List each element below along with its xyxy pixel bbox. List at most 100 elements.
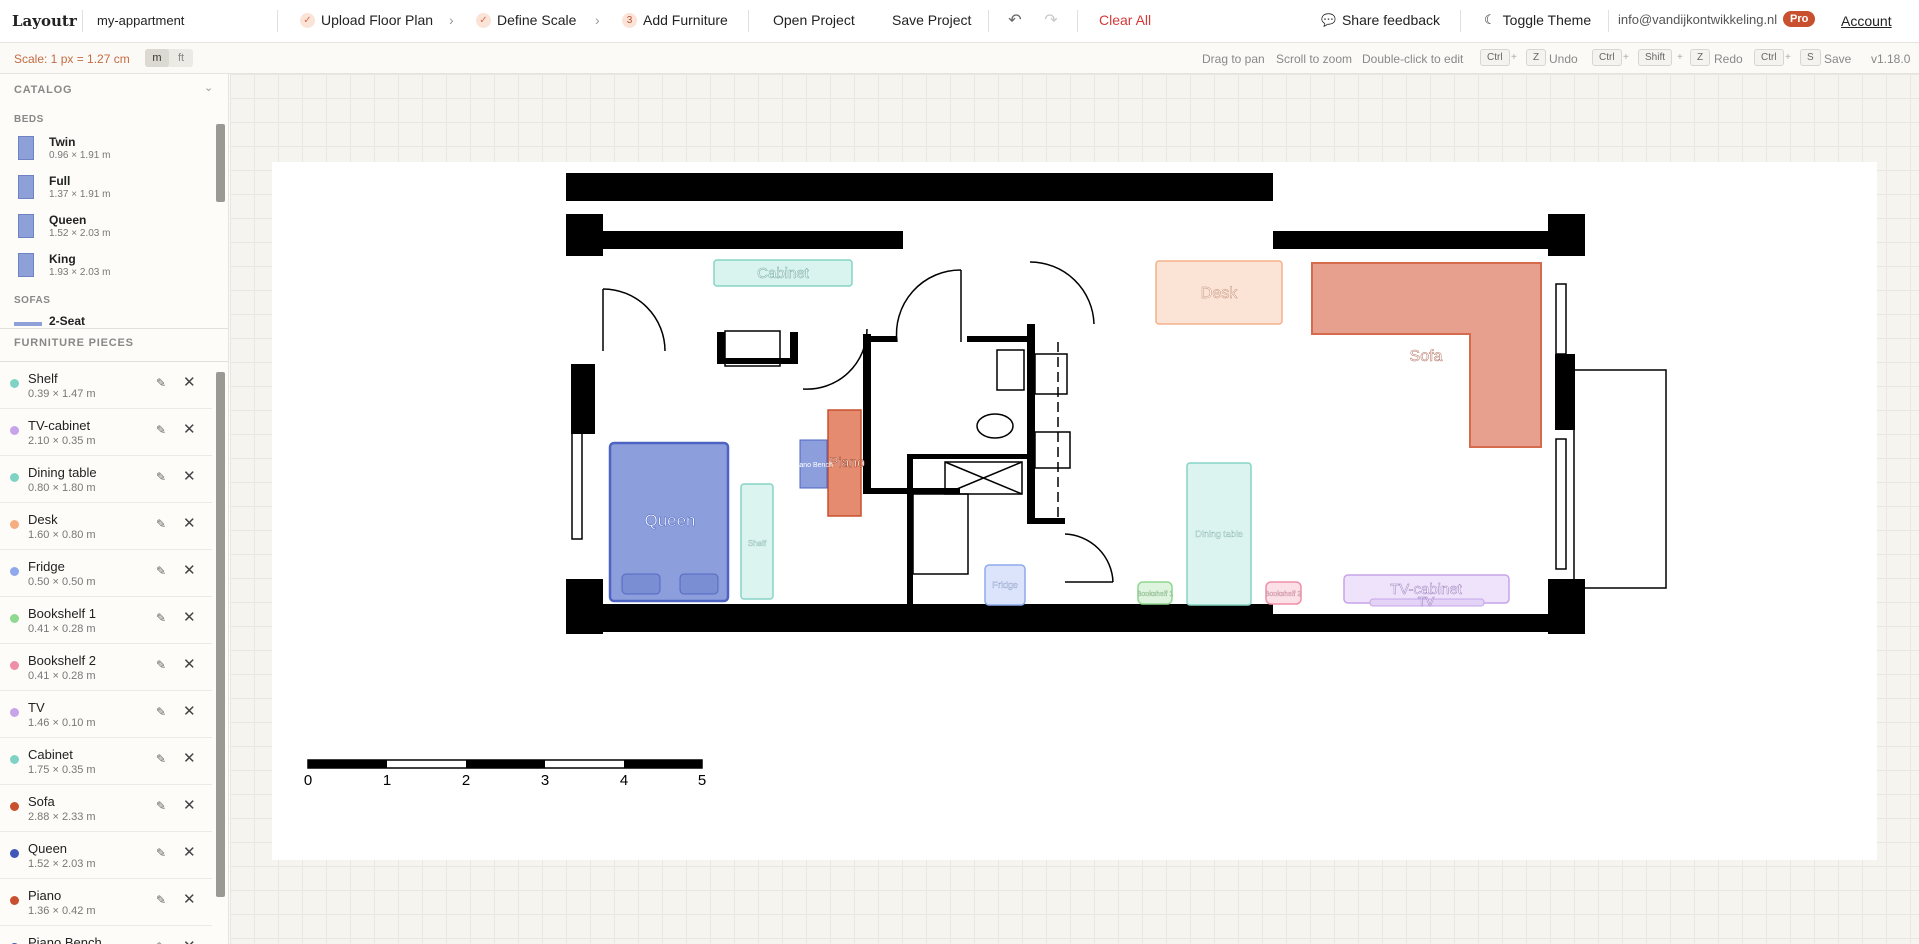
- pencil-icon[interactable]: ✎: [156, 705, 166, 719]
- furniture-piece-row[interactable]: Piano Bench ✎ ✕: [0, 926, 212, 944]
- hint-zoom: Scroll to zoom: [1276, 52, 1353, 66]
- scale-tick-label: 4: [620, 772, 628, 789]
- piece-dims: 1.75 × 0.35 m: [28, 764, 96, 776]
- account-link[interactable]: Account: [1841, 13, 1892, 29]
- pencil-icon[interactable]: ✎: [156, 658, 166, 672]
- color-dot: [10, 661, 19, 670]
- close-icon[interactable]: ✕: [183, 514, 196, 532]
- partition: [907, 454, 913, 494]
- close-icon[interactable]: ✕: [183, 467, 196, 485]
- catalog-scrollbar[interactable]: [216, 124, 225, 202]
- unit-m-option[interactable]: m: [145, 49, 169, 67]
- furniture-piece-row[interactable]: Sofa 2.88 × 2.33 m ✎ ✕: [0, 785, 212, 832]
- furniture-piece-row[interactable]: Shelf 0.39 × 1.47 m ✎ ✕: [0, 362, 212, 409]
- close-icon[interactable]: ✕: [183, 749, 196, 767]
- pencil-icon[interactable]: ✎: [156, 846, 166, 860]
- close-icon[interactable]: ✕: [183, 937, 196, 944]
- piece-name: Bookshelf 1: [28, 606, 96, 621]
- close-icon[interactable]: ✕: [183, 702, 196, 720]
- furniture-piece-row[interactable]: Cabinet 1.75 × 0.35 m ✎ ✕: [0, 738, 212, 785]
- catalog-item-dims: 1.52 × 2.03 m: [49, 228, 111, 239]
- close-icon[interactable]: ✕: [183, 561, 196, 579]
- furniture-label-cabinet: Cabinet: [757, 265, 810, 282]
- catalog-item-2-seat[interactable]: 2-Seat: [14, 314, 214, 326]
- project-name-input[interactable]: my-appartment: [97, 13, 184, 28]
- catalog-item-name: Full: [49, 174, 71, 188]
- catalog-heading[interactable]: CATALOG: [14, 84, 72, 96]
- partition: [967, 336, 1027, 342]
- furniture-piece-row[interactable]: Desk 1.60 × 0.80 m ✎ ✕: [0, 503, 212, 550]
- close-icon[interactable]: ✕: [183, 890, 196, 908]
- catalog-item-twin[interactable]: Twin 0.96 × 1.91 m: [18, 133, 208, 169]
- catalog-item-queen[interactable]: Queen 1.52 × 2.03 m: [18, 211, 208, 247]
- check-icon: ✓: [476, 12, 491, 28]
- app-logo[interactable]: Layoutr: [12, 12, 77, 30]
- piece-name: Cabinet: [28, 747, 73, 762]
- unit-toggle[interactable]: m ft: [145, 49, 193, 67]
- wall-top: [566, 173, 1273, 201]
- furniture-piece-row[interactable]: Bookshelf 2 0.41 × 0.28 m ✎ ✕: [0, 644, 212, 691]
- pencil-icon[interactable]: ✎: [156, 376, 166, 390]
- pencil-icon[interactable]: ✎: [156, 611, 166, 625]
- furniture-pieces-heading: FURNITURE PIECES: [14, 337, 134, 349]
- close-icon[interactable]: ✕: [183, 373, 196, 391]
- pieces-scrollbar[interactable]: [216, 372, 225, 897]
- piece-name: Shelf: [28, 371, 58, 386]
- pencil-icon[interactable]: ✎: [156, 423, 166, 437]
- furniture-piece-row[interactable]: Queen 1.52 × 2.03 m ✎ ✕: [0, 832, 212, 879]
- step-define-scale[interactable]: ✓ Define Scale: [476, 12, 576, 28]
- close-icon[interactable]: ✕: [183, 796, 196, 814]
- floor-plan-drawing[interactable]: Cabinet Desk Sofa Queen Piano Piano Benc…: [230, 74, 1919, 944]
- furniture-piece-row[interactable]: Piano 1.36 × 0.42 m ✎ ✕: [0, 879, 212, 926]
- redo-icon[interactable]: ↷: [1041, 10, 1061, 30]
- wall-left: [571, 364, 595, 434]
- kbd-key: Z: [1526, 49, 1547, 66]
- bed-icon: [18, 214, 34, 238]
- close-icon[interactable]: ✕: [183, 843, 196, 861]
- pencil-icon[interactable]: ✎: [156, 799, 166, 813]
- piece-name: Sofa: [28, 794, 55, 809]
- scale-bar-segment: [466, 760, 545, 768]
- furniture-piece-row[interactable]: Bookshelf 1 0.41 × 0.28 m ✎ ✕: [0, 597, 212, 644]
- pencil-icon[interactable]: ✎: [156, 564, 166, 578]
- scale-readout: Scale: 1 px = 1.27 cm: [14, 52, 130, 66]
- wall-right: [1555, 354, 1575, 430]
- floor-plan-canvas[interactable]: Cabinet Desk Sofa Queen Piano Piano Benc…: [230, 74, 1919, 944]
- close-icon[interactable]: ✕: [183, 420, 196, 438]
- step-add-furniture[interactable]: 3 Add Furniture: [622, 12, 728, 28]
- furniture-piece-row[interactable]: TV 1.46 × 0.10 m ✎ ✕: [0, 691, 212, 738]
- save-hint: Save: [1824, 52, 1852, 66]
- pencil-icon[interactable]: ✎: [156, 893, 166, 907]
- wall-top: [603, 231, 903, 249]
- clear-all-button[interactable]: Clear All: [1099, 12, 1151, 28]
- color-dot: [10, 520, 19, 529]
- close-icon[interactable]: ✕: [183, 608, 196, 626]
- furniture-piece-row[interactable]: TV-cabinet 2.10 × 0.35 m ✎ ✕: [0, 409, 212, 456]
- pencil-icon[interactable]: ✎: [156, 752, 166, 766]
- furniture-piece-row[interactable]: Dining table 0.80 × 1.80 m ✎ ✕: [0, 456, 212, 503]
- pencil-icon[interactable]: ✎: [156, 470, 166, 484]
- scale-bar: 0 1 2 3 4 5: [304, 759, 706, 789]
- chevron-down-icon[interactable]: ⌄: [204, 81, 213, 94]
- unit-ft-option[interactable]: ft: [169, 49, 193, 67]
- piece-dims: 2.10 × 0.35 m: [28, 435, 96, 447]
- furniture-label-shelf: Shelf: [748, 539, 767, 548]
- pencil-icon[interactable]: ✎: [156, 517, 166, 531]
- undo-icon[interactable]: ↶: [1005, 10, 1025, 30]
- share-feedback-button[interactable]: 💬 Share feedback: [1321, 12, 1440, 28]
- user-email: info@vandijkontwikkeling.nl: [1618, 12, 1778, 27]
- piece-name: Fridge: [28, 559, 65, 574]
- close-icon[interactable]: ✕: [183, 655, 196, 673]
- pillow: [679, 573, 719, 595]
- furniture-piece-row[interactable]: Fridge 0.50 × 0.50 m ✎ ✕: [0, 550, 212, 597]
- catalog-item-king[interactable]: King 1.93 × 2.03 m: [18, 250, 208, 286]
- step-upload-floor-plan[interactable]: ✓ Upload Floor Plan: [300, 12, 433, 28]
- toggle-theme-label: Toggle Theme: [1502, 12, 1592, 28]
- open-project-button[interactable]: Open Project: [773, 12, 855, 28]
- catalog-item-full[interactable]: Full 1.37 × 1.91 m: [18, 172, 208, 208]
- pencil-icon[interactable]: ✎: [156, 940, 166, 944]
- save-project-button[interactable]: Save Project: [892, 12, 971, 28]
- divider: [1608, 10, 1609, 32]
- step-label: Add Furniture: [643, 12, 728, 28]
- toggle-theme-button[interactable]: ☾ Toggle Theme: [1484, 12, 1591, 28]
